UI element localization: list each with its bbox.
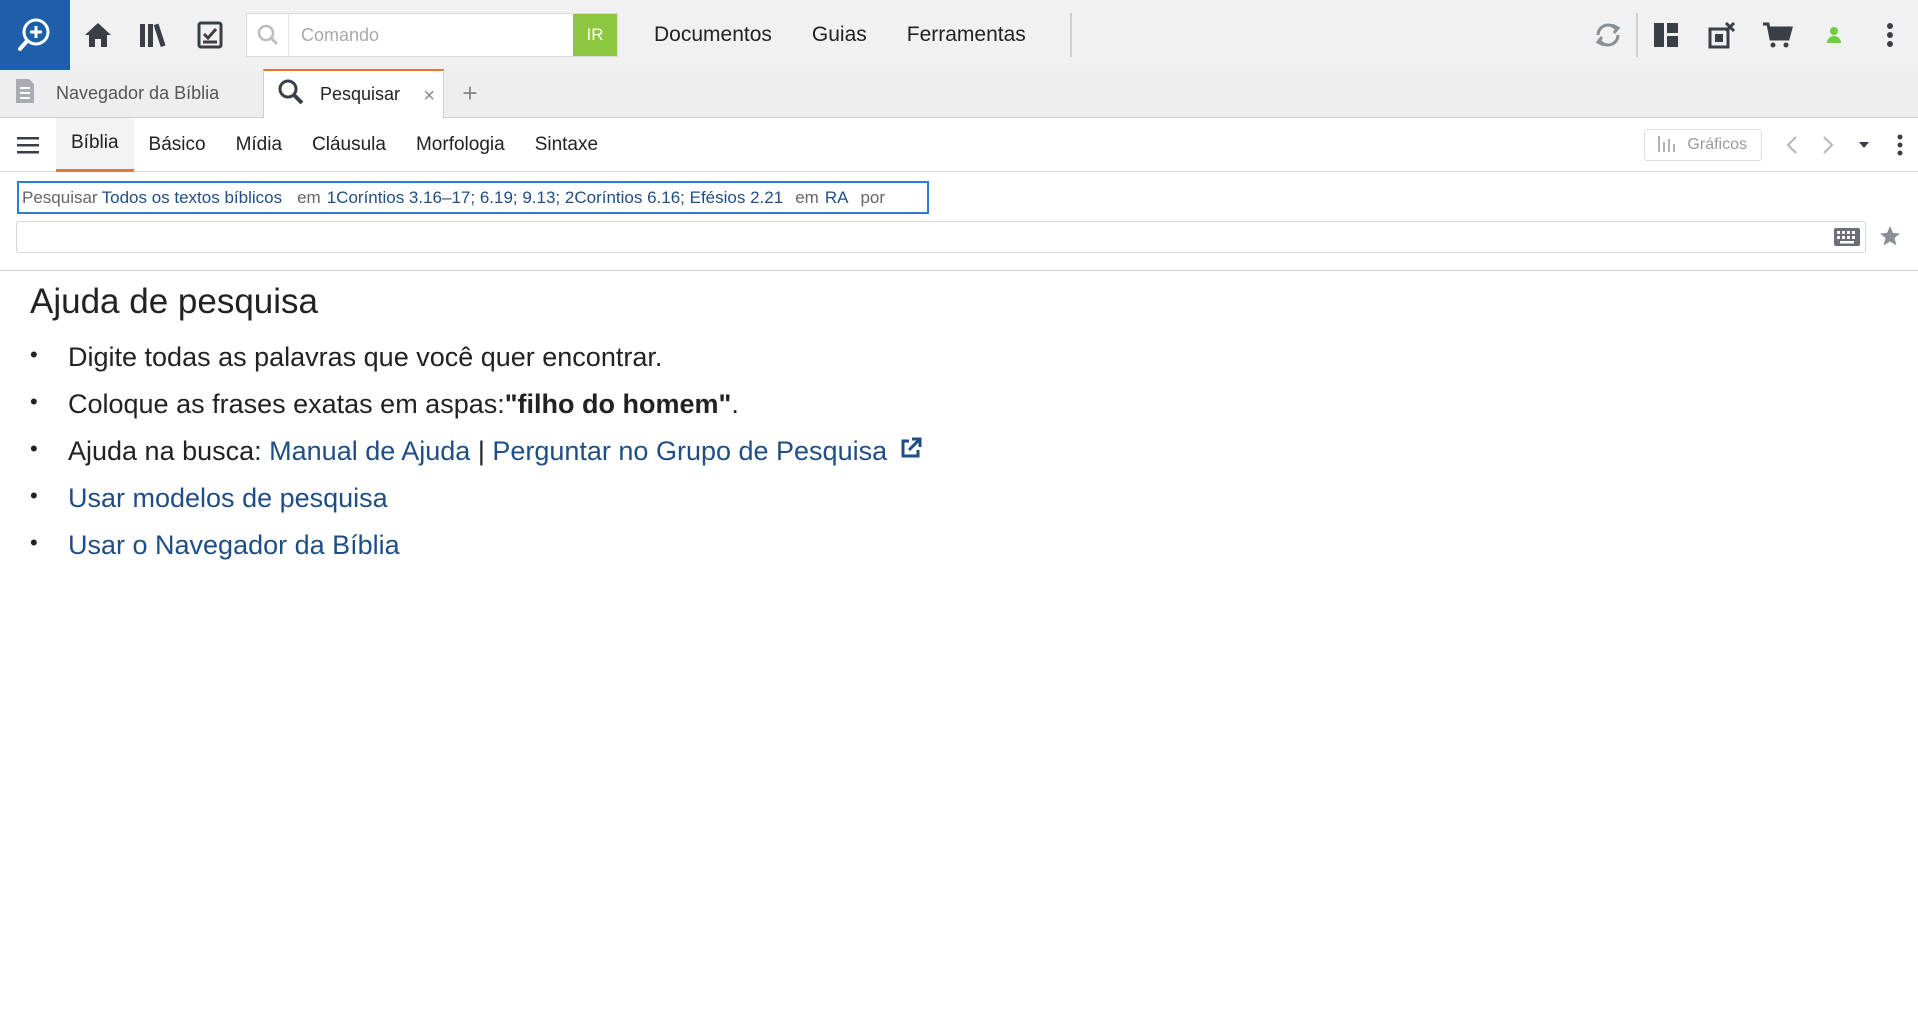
help-item: Digite todas as palavras que você quer e… (30, 334, 923, 381)
tab-bible-browser[interactable]: Navegador da Bíblia (0, 69, 263, 117)
more-vert-icon[interactable] (1882, 118, 1918, 172)
section-divider (0, 270, 1918, 271)
query-em-1: em (297, 187, 321, 207)
tab-search[interactable]: Pesquisar × (263, 69, 444, 118)
help-list: Digite todas as palavras que você quer e… (30, 334, 923, 569)
keyboard-icon[interactable] (1833, 226, 1861, 253)
help-text: Ajuda na busca: (68, 436, 270, 466)
help-text: Coloque as frases exatas em aspas: (68, 389, 505, 419)
go-button[interactable]: IR (573, 14, 617, 56)
star-icon[interactable] (1878, 224, 1902, 253)
tab-sintaxe[interactable]: Sintaxe (520, 118, 613, 172)
graficos-button[interactable]: Gráficos (1644, 129, 1762, 161)
logo-icon[interactable] (0, 0, 70, 70)
chevron-left-icon[interactable] (1774, 118, 1810, 172)
query-version-link[interactable]: RA (825, 188, 849, 208)
nav-guias[interactable]: Guias (792, 23, 887, 47)
top-nav: Documentos Guias Ferramentas (634, 23, 1046, 47)
add-tab-button[interactable]: + (444, 69, 496, 117)
query-range-link[interactable]: 1Coríntios 3.16–17; 6.19; 9.13; 2Corínti… (327, 188, 783, 208)
tab-label: Pesquisar (320, 84, 401, 104)
query-scope-link[interactable]: Todos os textos bíblicos (102, 188, 282, 208)
caret-down-icon[interactable] (1846, 118, 1882, 172)
tab-midia[interactable]: Mídia (221, 118, 297, 172)
search-query-summary[interactable]: Pesquisar Todos os textos bíblicos em 1C… (17, 181, 929, 214)
graficos-label: Gráficos (1687, 136, 1747, 153)
search-help: Ajuda de pesquisa Digite todas as palavr… (30, 282, 923, 569)
tab-biblia[interactable]: Bíblia (56, 117, 134, 172)
toolbar-divider (1069, 13, 1072, 57)
help-example-phrase: "filho do homem" (504, 389, 732, 419)
panel-toolbar: Bíblia Básico Mídia Cláusula Morfologia … (0, 117, 1918, 172)
tab-strip: Navegador da Bíblia Pesquisar × + (0, 69, 1918, 118)
panel-toolbar-right: Gráficos (1644, 118, 1918, 172)
tab-label: Navegador da Bíblia (56, 82, 220, 103)
search-icon (278, 79, 304, 110)
search-group-link[interactable]: Perguntar no Grupo de Pesquisa (492, 436, 887, 467)
help-item: Usar o Navegador da Bíblia (30, 522, 923, 569)
command-box: IR (246, 13, 618, 57)
nav-ferramentas[interactable]: Ferramentas (887, 23, 1046, 47)
help-manual-link[interactable]: Manual de Ajuda (269, 436, 470, 467)
checklist-icon[interactable] (182, 0, 238, 70)
nav-documentos[interactable]: Documentos (634, 23, 792, 47)
cart-icon[interactable] (1750, 0, 1806, 70)
home-icon[interactable] (70, 0, 126, 70)
query-em-2: em (795, 187, 819, 207)
chart-icon (1657, 134, 1687, 157)
layout-icon[interactable] (1638, 0, 1694, 70)
search-input[interactable] (17, 222, 1865, 252)
tab-clausula[interactable]: Cláusula (297, 118, 401, 172)
search-type-tabs: Bíblia Básico Mídia Cláusula Morfologia … (56, 117, 613, 172)
sync-icon[interactable] (1580, 0, 1636, 70)
help-text: . (731, 389, 739, 419)
help-separator: | (470, 436, 493, 466)
search-input-box (16, 221, 1866, 253)
help-item: Usar modelos de pesquisa (30, 475, 923, 522)
toolbar-right (1580, 0, 1918, 70)
close-panels-icon[interactable] (1694, 0, 1750, 70)
help-item: Coloque as frases exatas em aspas: "filh… (30, 381, 923, 428)
user-status-icon[interactable] (1806, 0, 1862, 70)
external-link-icon[interactable] (899, 436, 923, 467)
library-icon[interactable] (126, 0, 182, 70)
close-icon[interactable]: × (423, 85, 435, 108)
query-prefix: Pesquisar (22, 187, 98, 207)
bible-browser-link[interactable]: Usar o Navegador da Bíblia (68, 530, 400, 561)
chevron-right-icon[interactable] (1810, 118, 1846, 172)
tab-morfologia[interactable]: Morfologia (401, 118, 520, 172)
more-vert-icon[interactable] (1862, 0, 1918, 70)
help-title: Ajuda de pesquisa (30, 282, 318, 321)
query-por: por (860, 187, 886, 207)
search-templates-link[interactable]: Usar modelos de pesquisa (68, 483, 388, 514)
top-toolbar: IR Documentos Guias Ferramentas (0, 0, 1918, 70)
help-item: Ajuda na busca: Manual de Ajuda | Pergun… (30, 428, 923, 475)
search-icon (247, 14, 289, 56)
reading-plan-icon (14, 77, 36, 110)
command-input[interactable] (289, 14, 573, 56)
hamburger-icon[interactable] (0, 118, 56, 172)
help-text: Digite todas as palavras que você quer e… (68, 342, 663, 372)
tab-basico[interactable]: Básico (134, 118, 221, 172)
